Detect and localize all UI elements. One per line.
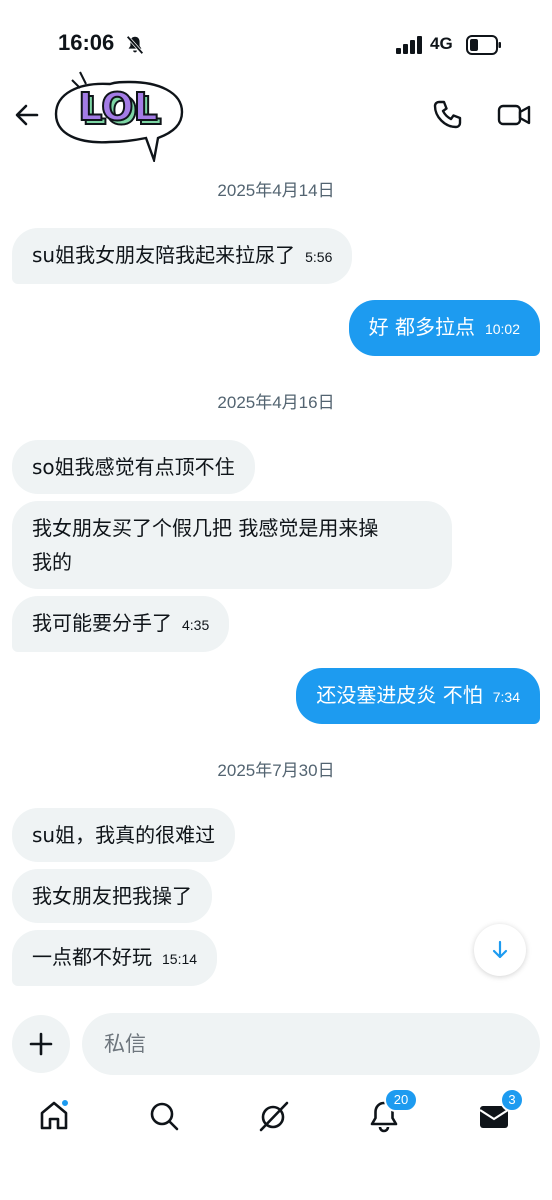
message-text: so姐我感觉有点顶不住 [32, 455, 235, 479]
nav-messages[interactable]: 3 [476, 1088, 524, 1138]
chat-header: LOL LOL [0, 66, 552, 166]
add-attachment-button[interactable] [12, 1015, 70, 1073]
message-incoming[interactable]: 我可能要分手了 4:35 [12, 596, 230, 652]
message-text: 我可能要分手了 [32, 611, 172, 635]
nav-notifications[interactable]: 20 [366, 1088, 418, 1138]
message-text: su姐，我真的很难过 [32, 823, 216, 847]
video-icon[interactable] [496, 98, 532, 132]
phone-icon[interactable] [430, 98, 464, 132]
nav-home[interactable] [36, 1098, 76, 1138]
message-text-line: 我的 [32, 550, 72, 574]
message-text: 一点都不好玩 [32, 945, 152, 969]
arrow-down-icon [492, 940, 508, 959]
message-incoming[interactable]: 我女朋友把我操了 [12, 869, 212, 923]
message-incoming[interactable]: 一点都不好玩 15:14 [12, 930, 218, 986]
message-text-line: 我女朋友买了个假几把 我感觉是用来操 [32, 516, 379, 540]
date-separator: 2025年4月16日 [217, 393, 335, 412]
message-incoming[interactable]: 我女朋友买了个假几把 我感觉是用来操 我的 [12, 501, 452, 589]
avatar[interactable]: LOL LOL [50, 70, 186, 162]
message-time: 15:14 [162, 951, 198, 967]
date-separator: 2025年4月14日 [217, 181, 335, 200]
message-time: 7:34 [492, 689, 520, 705]
message-text: su姐我女朋友陪我起来拉尿了 [32, 243, 296, 267]
message-text: 还没塞进皮炎 不怕 [316, 683, 483, 707]
search-icon [150, 1102, 179, 1131]
message-incoming[interactable]: so姐我感觉有点顶不住 [12, 440, 255, 494]
message-incoming[interactable]: su姐我女朋友陪我起来拉尿了 5:56 [12, 228, 353, 284]
message-text: 我女朋友把我操了 [32, 884, 192, 908]
status-time: 16:06 [58, 30, 115, 55]
signal-icon [396, 36, 422, 54]
message-time: 4:35 [182, 617, 210, 633]
back-button[interactable] [10, 98, 44, 132]
message-text: 好 都多拉点 [368, 315, 475, 339]
message-outgoing[interactable]: 还没塞进皮炎 不怕 7:34 [296, 668, 540, 724]
nav-search[interactable] [146, 1098, 186, 1138]
battery-icon [466, 35, 501, 55]
message-incoming[interactable]: su姐，我真的很难过 [12, 808, 236, 862]
message-time: 5:56 [305, 249, 333, 265]
scroll-to-bottom-button[interactable] [474, 924, 526, 976]
home-unread-dot [60, 1098, 70, 1108]
messages-badge: 3 [500, 1088, 524, 1112]
plus-icon [29, 1032, 53, 1056]
date-separator: 2025年7月30日 [217, 761, 335, 780]
avatar-lol-text: LOL [78, 85, 157, 129]
message-input[interactable] [82, 1013, 540, 1075]
bell-muted-icon [126, 35, 144, 55]
notifications-badge: 20 [384, 1088, 418, 1112]
grok-icon [259, 1101, 289, 1132]
network-label: 4G [430, 34, 453, 53]
bottom-nav: 20 3 [0, 1088, 552, 1154]
message-time: 10:02 [484, 321, 520, 337]
nav-grok[interactable] [256, 1098, 296, 1138]
message-outgoing[interactable]: 好 都多拉点 10:02 [348, 300, 540, 356]
back-arrow-icon [15, 104, 39, 126]
